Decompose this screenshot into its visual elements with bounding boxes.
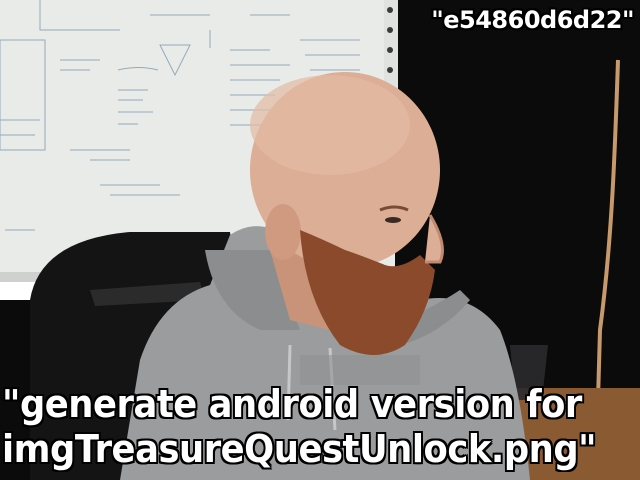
hoodie-print <box>300 355 420 385</box>
top-caption: "e54860d6d22" <box>431 6 634 34</box>
whiteboard-edge <box>384 0 398 90</box>
video-frame: "e54860d6d22" "generate android version … <box>0 0 640 480</box>
bottom-caption-line2: imgTreasureQuestUnlock.png" <box>2 427 597 471</box>
eye <box>385 217 401 223</box>
ear <box>265 204 301 260</box>
bottom-caption: "generate android version for imgTreasur… <box>2 382 597 472</box>
bottom-caption-line1: "generate android version for <box>2 382 582 426</box>
